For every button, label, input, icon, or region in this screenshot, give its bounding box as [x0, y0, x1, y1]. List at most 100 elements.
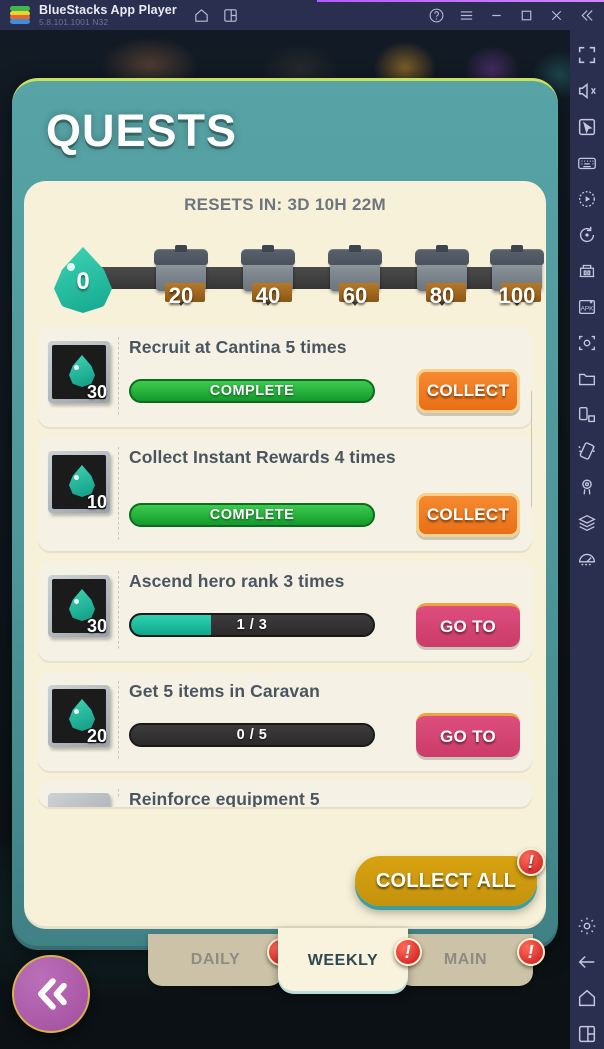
- goto-button[interactable]: GO TO: [416, 603, 520, 647]
- bluestacks-sidebar: APK: [570, 30, 604, 1049]
- quest-action-row: 1 / 3 GO TO: [129, 603, 522, 647]
- install-apk-icon[interactable]: APK: [576, 296, 598, 318]
- milestone-chest-80[interactable]: 80: [413, 243, 471, 315]
- quest-row[interactable]: 20 Get 5 items in Caravan 0 / 5 GO TO: [38, 671, 532, 771]
- eco-mode-icon[interactable]: [576, 548, 598, 570]
- minimize-icon[interactable]: [488, 7, 505, 24]
- quest-description: Reinforce equipment 5: [129, 789, 320, 807]
- chest-latch: [436, 245, 448, 252]
- quest-description: Ascend hero rank 3 times: [129, 571, 345, 591]
- tab-main-badge: !: [517, 938, 545, 966]
- quest-row[interactable]: Reinforce equipment 5: [38, 781, 532, 807]
- quest-row[interactable]: 30 Recruit at Cantina 5 times COMPLETE C…: [38, 327, 532, 427]
- energy-drop-icon: 30: [48, 341, 110, 403]
- titlebar-accent-line: [317, 0, 604, 2]
- milestone-chest-100[interactable]: 100: [488, 243, 546, 315]
- app-version: 5.8.101.1001 N32: [39, 17, 109, 27]
- page-title: QUESTS: [46, 105, 238, 156]
- mute-icon[interactable]: [576, 80, 598, 102]
- app-identity: BlueStacks App Player 5.8.101.1001 N32: [39, 3, 177, 27]
- quests-panel: QUESTS RESETS IN: 3D 10H 22M 0 20 40 60 …: [12, 78, 558, 950]
- quest-list-scrollbar[interactable]: [531, 389, 532, 509]
- location-icon[interactable]: [576, 476, 598, 498]
- milestone-value: 80: [429, 283, 455, 308]
- home-icon[interactable]: [193, 7, 210, 24]
- quest-list[interactable]: 30 Recruit at Cantina 5 times COMPLETE C…: [38, 327, 532, 899]
- quest-description: Recruit at Cantina 5 times: [129, 337, 347, 357]
- quest-description: Get 5 items in Caravan: [129, 681, 320, 701]
- shake-icon[interactable]: [576, 440, 598, 462]
- reward-track: 0 20 40 60 80 100: [24, 231, 546, 317]
- quest-row[interactable]: 10 Collect Instant Rewards 4 times COMPL…: [38, 437, 532, 551]
- quest-progress-label: COMPLETE: [209, 383, 295, 399]
- quest-action-row: COMPLETE COLLECT: [129, 369, 522, 413]
- collect-button[interactable]: COLLECT: [416, 369, 520, 413]
- quests-content-card: RESETS IN: 3D 10H 22M 0 20 40 60 80 100 …: [24, 181, 546, 929]
- quest-description: Collect Instant Rewards 4 times: [129, 447, 396, 467]
- media-folder-icon[interactable]: [576, 368, 598, 390]
- close-icon[interactable]: [548, 7, 565, 24]
- help-icon[interactable]: [428, 7, 445, 24]
- collapse-icon[interactable]: [578, 7, 595, 24]
- quest-progress-label: 1 / 3: [236, 617, 268, 633]
- reward-amount: 10: [86, 492, 107, 512]
- collect-button[interactable]: COLLECT: [416, 493, 520, 537]
- rotate-icon[interactable]: [576, 404, 598, 426]
- reward-amount: 30: [86, 616, 107, 636]
- quest-body: Get 5 items in Caravan 0 / 5 GO TO: [129, 679, 522, 763]
- keyboard-icon[interactable]: [576, 152, 598, 174]
- quest-body: Ascend hero rank 3 times 1 / 3 GO TO: [129, 569, 522, 653]
- droplet-glint: [67, 263, 75, 271]
- droplet-glint: [74, 365, 79, 370]
- double-chevron-left-icon: [37, 978, 67, 1010]
- svg-text:APK: APK: [581, 306, 595, 313]
- droplet-glint: [74, 709, 79, 714]
- screenshot-icon[interactable]: [576, 332, 598, 354]
- quest-progress-bar: 1 / 3: [129, 613, 375, 637]
- quest-body: Reinforce equipment 5: [129, 787, 522, 807]
- back-button[interactable]: [12, 955, 90, 1033]
- quest-action-row: COMPLETE COLLECT: [129, 493, 522, 537]
- sync-icon[interactable]: [576, 224, 598, 246]
- quest-progress-label: COMPLETE: [209, 507, 295, 523]
- quest-body: Collect Instant Rewards 4 times COMPLETE…: [129, 445, 522, 543]
- milestone-value: 60: [342, 283, 368, 308]
- tab-weekly[interactable]: WEEKLY !: [278, 928, 422, 994]
- settings-icon[interactable]: [576, 915, 598, 937]
- pointer-icon[interactable]: [576, 116, 598, 138]
- row-divider: [118, 337, 119, 417]
- row-divider: [118, 681, 119, 761]
- bluestacks-titlebar: BlueStacks App Player 5.8.101.1001 N32: [0, 0, 604, 30]
- collect-all-label: COLLECT ALL: [375, 869, 517, 892]
- energy-drop-icon: 30: [48, 575, 110, 637]
- back-icon[interactable]: [576, 951, 598, 973]
- milestone-chest-60[interactable]: 60: [326, 243, 384, 315]
- multi-instance-manager-icon[interactable]: [576, 260, 598, 282]
- quest-progress-label: 0 / 5: [236, 727, 268, 743]
- recents-icon[interactable]: [576, 1023, 598, 1045]
- game-viewport: QUESTS RESETS IN: 3D 10H 22M 0 20 40 60 …: [0, 30, 570, 1049]
- macro-recorder-icon[interactable]: [576, 188, 598, 210]
- tab-daily[interactable]: DAILY !: [148, 934, 295, 986]
- quest-progress-bar: COMPLETE: [129, 379, 375, 403]
- quest-row[interactable]: 30 Ascend hero rank 3 times 1 / 3 GO TO: [38, 561, 532, 661]
- current-points-droplet: 0: [54, 247, 112, 313]
- tab-main-label: MAIN: [443, 951, 488, 968]
- maximize-icon[interactable]: [518, 7, 535, 24]
- reward-amount: 20: [86, 726, 107, 746]
- milestone-chest-20[interactable]: 20: [152, 243, 210, 315]
- quest-body: Recruit at Cantina 5 times COMPLETE COLL…: [129, 335, 522, 419]
- current-points-value: 0: [76, 268, 90, 295]
- menu-icon[interactable]: [458, 7, 475, 24]
- row-divider: [118, 447, 119, 541]
- multi-instance-icon[interactable]: [222, 7, 239, 24]
- collect-all-button[interactable]: COLLECT ALL !: [355, 848, 545, 906]
- fullscreen-icon[interactable]: [576, 44, 598, 66]
- goto-button[interactable]: GO TO: [416, 713, 520, 757]
- layers-icon[interactable]: [576, 512, 598, 534]
- home-icon[interactable]: [576, 987, 598, 1009]
- milestone-chest-40[interactable]: 40: [239, 243, 297, 315]
- chest-latch: [175, 245, 187, 252]
- milestone-value: 100: [498, 283, 536, 308]
- tab-weekly-label: WEEKLY: [307, 952, 379, 969]
